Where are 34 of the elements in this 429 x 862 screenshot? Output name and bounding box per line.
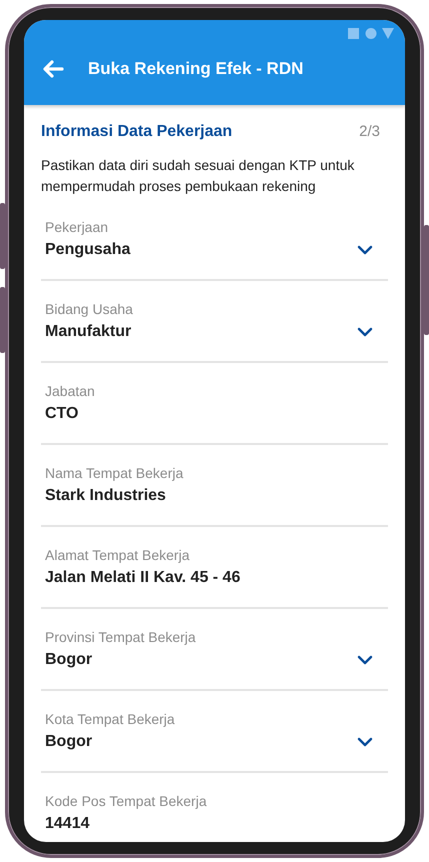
field-value: Bogor — [45, 733, 94, 751]
field-value: 14414 — [45, 815, 90, 833]
field-label: Alamat Tempat Bekerja — [45, 547, 190, 563]
field-value: Jalan Melati II Kav. 45 - 46 — [45, 569, 240, 587]
field-value: Manufaktur — [45, 323, 132, 341]
input-field[interactable]: Nama Tempat Bekerja Stark Industries — [41, 445, 388, 527]
field-label: Jabatan — [45, 383, 95, 399]
field-value: Bogor — [45, 651, 94, 669]
step-counter: 2/3 — [359, 123, 380, 140]
field-label: Kota Tempat Bekerja — [45, 711, 175, 727]
field-label: Nama Tempat Bekerja — [45, 465, 184, 481]
field-value: CTO — [45, 405, 80, 423]
screen-title: Buka Rekening Efek - RDN — [88, 59, 304, 79]
back-button[interactable] — [42, 60, 64, 78]
chevron-down-icon — [357, 327, 373, 337]
input-field[interactable]: Jabatan CTO — [41, 363, 388, 445]
field-label: Pekerjaan — [45, 219, 110, 235]
field-value: Stark Industries — [45, 487, 167, 505]
dropdown-field[interactable]: Pekerjaan Pengusaha — [41, 199, 388, 281]
field-value: Pengusaha — [45, 241, 130, 259]
chevron-down-icon — [357, 245, 373, 255]
section-title: Informasi Data Pekerjaan — [41, 123, 232, 141]
dropdown-field[interactable]: Provinsi Tempat Bekerja Bogor — [41, 609, 388, 691]
status-icons — [347, 27, 395, 41]
input-field[interactable]: Alamat Tempat Bekerja Jalan Melati II Kav. 45 - 46 — [41, 527, 388, 609]
field-label: Kode Pos Tempat Bekerja — [45, 793, 207, 809]
field-label: Bidang Usaha — [45, 301, 133, 317]
dropdown-field[interactable]: Kota Tempat Bekerja Bogor — [41, 691, 388, 773]
input-field[interactable]: Kode Pos Tempat Bekerja 14414 — [41, 773, 388, 842]
instruction-text: Pastikan data diri sudah sesuai dengan KTP untuk mempermudah proses pembukaan rekening — [41, 156, 356, 196]
chevron-down-icon — [357, 655, 373, 665]
chevron-down-icon — [357, 737, 373, 747]
field-label: Provinsi Tempat Bekerja — [45, 629, 196, 645]
dropdown-field[interactable]: Bidang Usaha Manufaktur — [41, 281, 388, 363]
